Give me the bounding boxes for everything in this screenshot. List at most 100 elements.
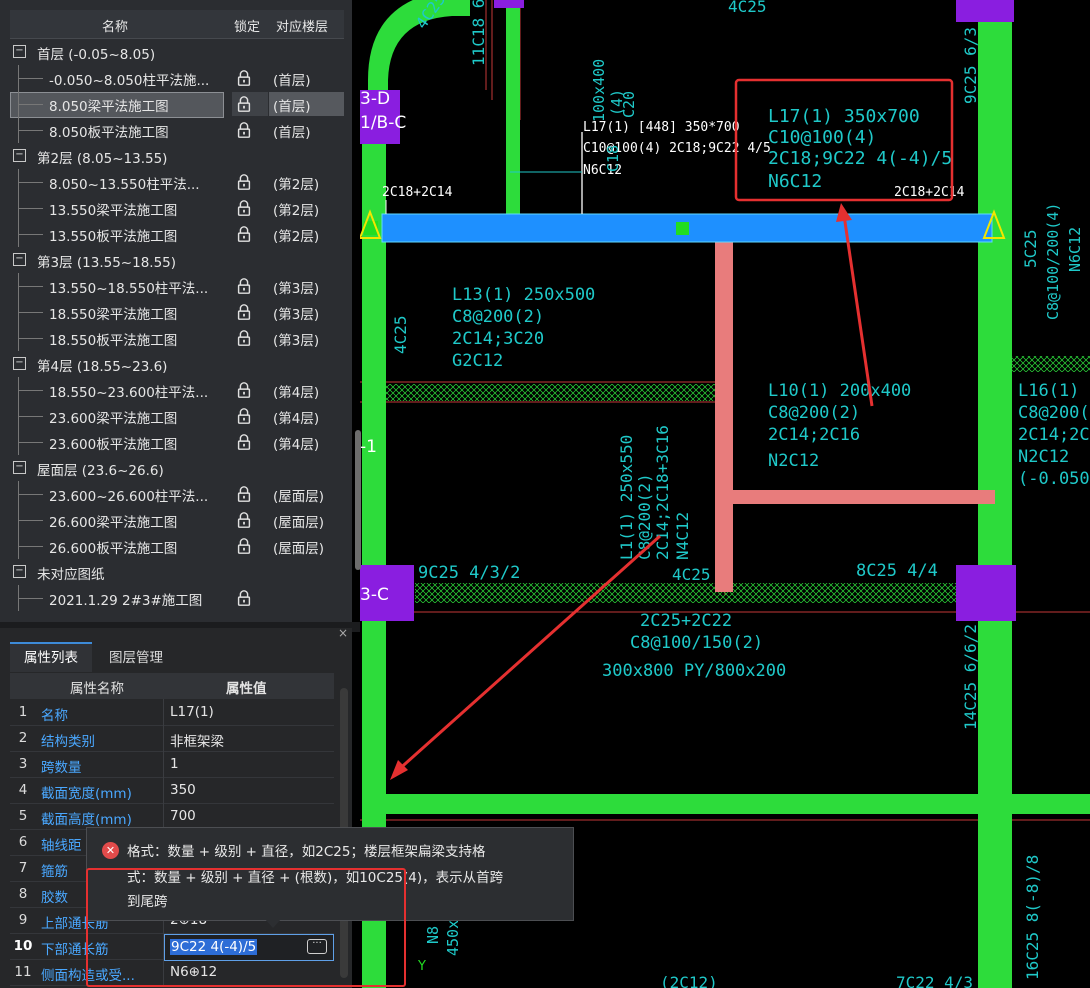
tree-item[interactable]: 13.550梁平法施工图 (第2层) — [10, 195, 344, 221]
lock-icon[interactable] — [235, 407, 255, 427]
tree-item-floor[interactable]: (屋面层) — [273, 485, 324, 505]
tree-item[interactable]: 18.550梁平法施工图 (第3层) — [10, 299, 344, 325]
beam-label-L16: N2C12 — [1018, 447, 1069, 467]
tree-item-floor[interactable]: (第4层) — [273, 433, 319, 453]
tree-item-floor[interactable]: (第4层) — [273, 407, 319, 427]
tree-item-floor[interactable]: (第4层) — [273, 381, 319, 401]
tree-item-floor[interactable]: (首层) — [273, 95, 311, 115]
tree-item-floor[interactable]: (屋面层) — [273, 537, 324, 557]
tree-item[interactable]: 23.600板平法施工图 (第4层) — [10, 429, 344, 455]
tree-item-label: 2021.1.29 2#3#施工图 — [49, 593, 203, 609]
cad-label: 16C25 8(-8)/8 — [1023, 855, 1042, 980]
tree-item-floor[interactable]: (第2层) — [273, 225, 319, 245]
column-divider — [163, 751, 164, 777]
property-row[interactable]: 1 名称 L17(1) — [10, 699, 334, 726]
tree-item-floor[interactable]: (首层) — [273, 121, 311, 141]
property-row[interactable]: 5 截面高度(mm) 700 — [10, 803, 334, 830]
lock-icon[interactable] — [235, 329, 255, 349]
tree-item[interactable]: 26.600梁平法施工图 (屋面层) — [10, 507, 344, 533]
tree-item-label: 8.050~13.550柱平法... — [49, 177, 200, 193]
lock-icon[interactable] — [235, 199, 255, 219]
tree-item-floor[interactable]: (首层) — [273, 69, 311, 89]
tab-layer-management[interactable]: 图层管理 — [94, 644, 178, 672]
collapse-toggle-icon[interactable]: − — [13, 45, 26, 58]
property-row[interactable]: 4 截面宽度(mm) 350 — [10, 777, 334, 804]
collapse-toggle-icon[interactable]: − — [13, 357, 26, 370]
cad-label: C8@100/200(4) — [1044, 203, 1062, 320]
close-icon[interactable]: × — [338, 626, 348, 640]
lock-icon[interactable] — [235, 277, 255, 297]
tree-group[interactable]: − 第3层 (13.55~18.55) — [10, 247, 344, 273]
tree-item-floor[interactable]: (第2层) — [273, 173, 319, 193]
tree-item-floor[interactable]: (第3层) — [273, 329, 319, 349]
tree-item-floor[interactable]: (第3层) — [273, 277, 319, 297]
tree-group-label: 未对应图纸 — [37, 567, 105, 583]
tree-item-label: 13.550板平法施工图 — [49, 229, 178, 245]
tree-scrollbar[interactable] — [355, 430, 361, 570]
header-property-value: 属性值 — [226, 681, 267, 697]
collapse-toggle-icon[interactable]: − — [13, 253, 26, 266]
lock-icon[interactable] — [235, 173, 255, 193]
tree-item[interactable]: 13.550~18.550柱平法... (第3层) — [10, 273, 344, 299]
cad-label: N6C12 — [1066, 227, 1084, 272]
tree-group[interactable]: − 未对应图纸 — [10, 559, 344, 585]
tree-group[interactable]: − 屋面层 (23.6~26.6) — [10, 455, 344, 481]
property-name: 截面宽度(mm) — [41, 786, 132, 802]
tree-line — [18, 390, 43, 391]
tree-item-floor[interactable]: (第2层) — [273, 199, 319, 219]
lock-icon[interactable] — [235, 485, 255, 505]
tree-item[interactable]: -0.050~8.050柱平法施... (首层) — [10, 65, 344, 91]
tree-group[interactable]: − 第4层 (18.55~23.6) — [10, 351, 344, 377]
lock-icon[interactable] — [235, 69, 255, 89]
tree-item-floor[interactable]: (第3层) — [273, 303, 319, 323]
tree-group[interactable]: − 首层 (-0.05~8.05) — [10, 39, 344, 65]
tree-group[interactable]: − 第2层 (8.05~13.55) — [10, 143, 344, 169]
tree-item-label: 23.600板平法施工图 — [49, 437, 178, 453]
property-value[interactable]: 350 — [170, 782, 196, 798]
lock-icon[interactable] — [235, 95, 255, 115]
tree-item[interactable]: 26.600板平法施工图 (屋面层) — [10, 533, 344, 559]
tree-item[interactable]: 18.550~23.600柱平法... (第4层) — [10, 377, 344, 403]
tab-property-list[interactable]: 属性列表 — [10, 642, 92, 672]
property-value[interactable]: 1 — [170, 756, 179, 772]
tree-item[interactable]: 13.550板平法施工图 (第2层) — [10, 221, 344, 247]
collapse-toggle-icon[interactable]: − — [13, 565, 26, 578]
tree-item[interactable]: 8.050梁平法施工图 (首层) — [10, 91, 344, 118]
tree-item[interactable]: 23.600梁平法施工图 (第4层) — [10, 403, 344, 429]
tree-item[interactable]: 2021.1.29 2#3#施工图 — [10, 585, 344, 611]
axis-label: 3-C — [360, 585, 389, 605]
tree-item[interactable]: 8.050~13.550柱平法... (第2层) — [10, 169, 344, 195]
property-row[interactable]: 2 结构类别 非框架梁 — [10, 725, 334, 752]
row-number: 5 — [18, 808, 28, 824]
axis-label: 1/B-C — [360, 113, 406, 133]
property-value[interactable]: L17(1) — [170, 704, 214, 720]
cad-label: N8 — [424, 926, 442, 944]
collapse-toggle-icon[interactable]: − — [13, 461, 26, 474]
tree-item-floor[interactable]: (屋面层) — [273, 511, 324, 531]
tree-item-label: 26.600板平法施工图 — [49, 541, 178, 557]
beam-label-L17: N6C12 — [768, 171, 822, 192]
property-value[interactable]: 非框架梁 — [170, 730, 224, 750]
header-property-name: 属性名称 — [70, 681, 124, 697]
lock-icon[interactable] — [235, 589, 255, 609]
beam-label-L10: N2C12 — [768, 451, 819, 471]
lock-icon[interactable] — [235, 537, 255, 557]
collapse-toggle-icon[interactable]: − — [13, 149, 26, 162]
tree-item[interactable]: 23.600~26.600柱平法... (屋面层) — [10, 481, 344, 507]
lock-icon[interactable] — [235, 433, 255, 453]
beam-grip-midpoint[interactable] — [676, 222, 689, 235]
tree-item[interactable]: 18.550板平法施工图 (第3层) — [10, 325, 344, 351]
cad-label: 4C25 — [728, 0, 767, 16]
lock-icon[interactable] — [235, 225, 255, 245]
property-row[interactable]: 3 跨数量 1 — [10, 751, 334, 778]
lock-icon[interactable] — [235, 511, 255, 531]
tree-line — [18, 286, 43, 287]
tree-line — [18, 182, 43, 183]
tree-item[interactable]: 8.050板平法施工图 (首层) — [10, 117, 344, 143]
tree-line — [18, 130, 43, 131]
lock-icon[interactable] — [235, 121, 255, 141]
cad-label: 4C25 — [391, 315, 410, 354]
lock-icon[interactable] — [235, 381, 255, 401]
property-value[interactable]: 700 — [170, 808, 196, 824]
lock-icon[interactable] — [235, 303, 255, 323]
